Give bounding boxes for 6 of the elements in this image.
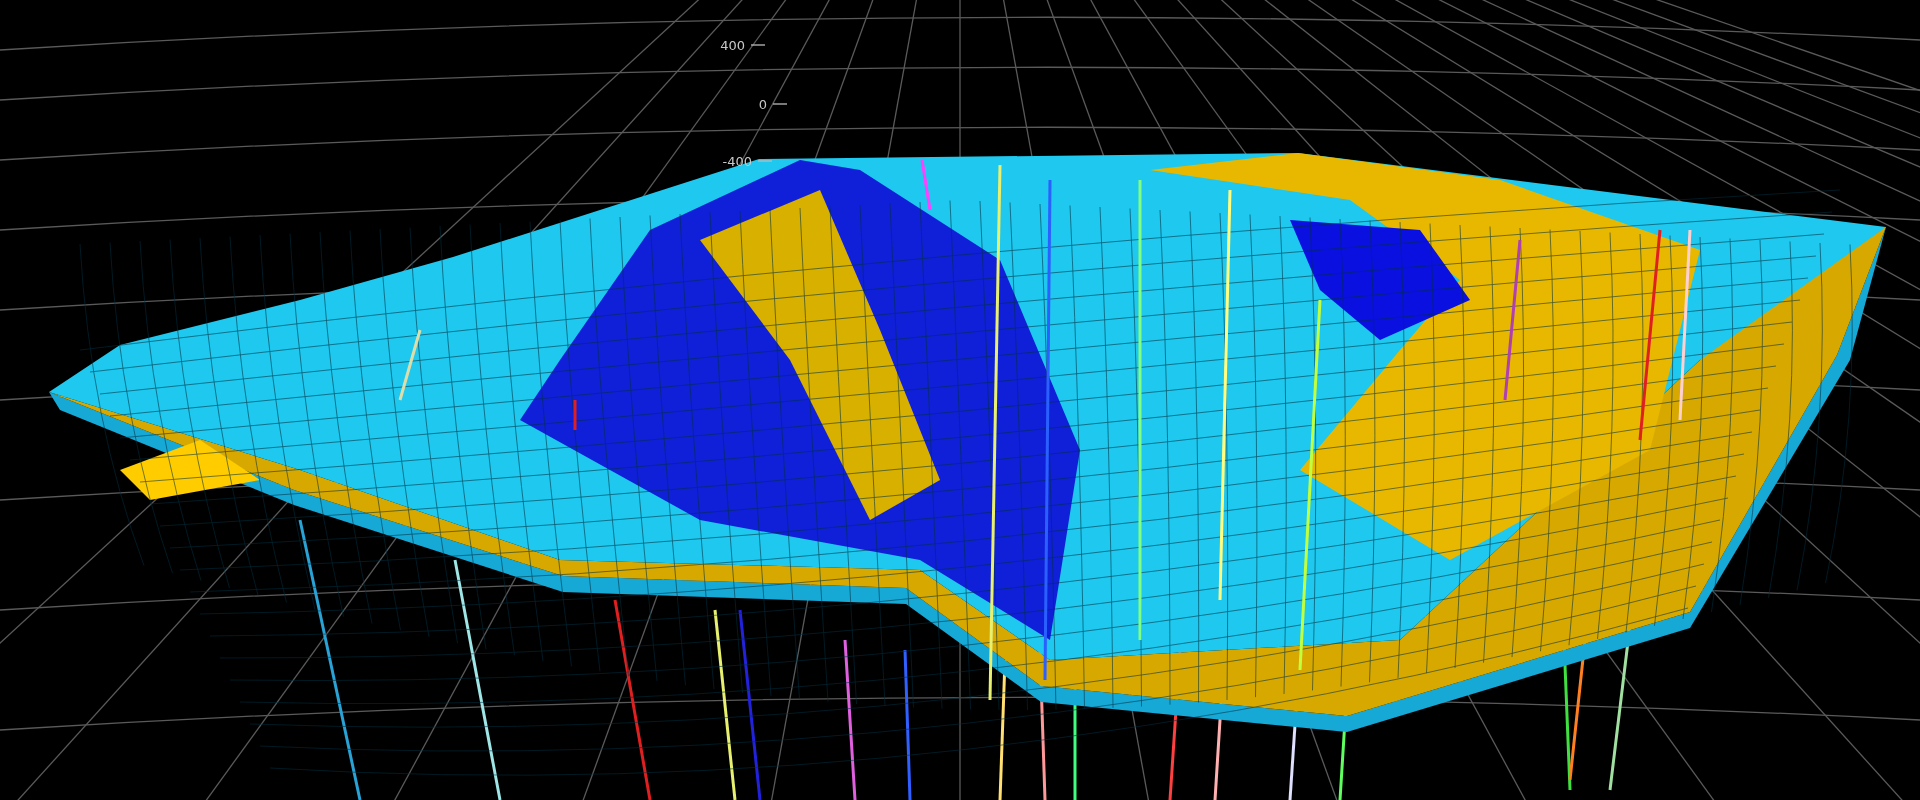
axis-tick-mark bbox=[750, 44, 766, 46]
axis-tick-label: -400 bbox=[722, 154, 752, 169]
axis-tick-mark bbox=[772, 103, 788, 105]
axis-tick-label: 400 bbox=[720, 38, 745, 53]
axis-tick-label: 0 bbox=[758, 97, 767, 112]
axis-tick-mark bbox=[757, 160, 773, 162]
